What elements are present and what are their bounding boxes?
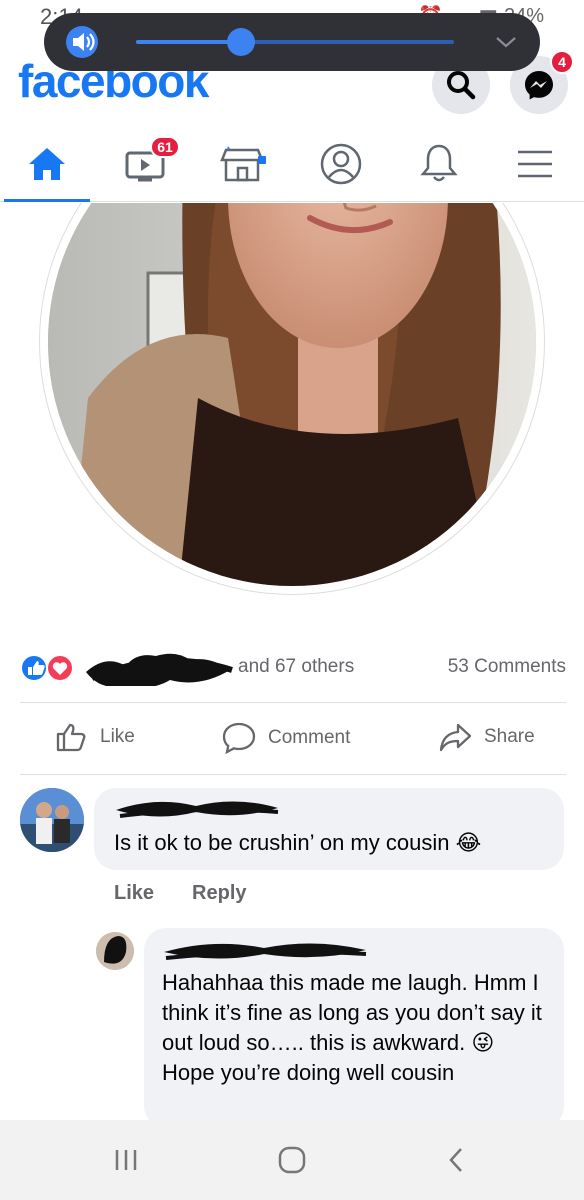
tab-watch[interactable]: 61 (98, 126, 192, 202)
watch-badge: 61 (150, 136, 180, 158)
comment-label: Comment (268, 727, 351, 748)
tab-bar: 61 (0, 126, 584, 202)
back-button[interactable] (436, 1142, 476, 1178)
volume-slider[interactable] (136, 28, 454, 56)
reply-text: Hahahhaa this made me laugh. Hmm I think… (162, 970, 542, 1085)
avatar-image (96, 932, 134, 970)
volume-icon[interactable] (66, 26, 104, 58)
reactions-count-text[interactable]: and 67 others (238, 656, 354, 678)
comment-icon (222, 722, 256, 754)
share-button[interactable]: Share (438, 722, 535, 752)
portrait-illustration (48, 203, 536, 586)
volume-thumb[interactable] (226, 28, 255, 56)
profile-photo[interactable] (40, 203, 544, 594)
profile-icon (320, 143, 362, 185)
tab-profile[interactable] (294, 126, 388, 202)
post-actions: Like Comment Share (0, 708, 584, 772)
home-icon (29, 148, 65, 180)
divider-bottom (20, 774, 566, 775)
system-nav-bar (0, 1120, 584, 1200)
tab-notifications[interactable] (392, 126, 486, 202)
share-label: Share (484, 726, 535, 747)
profile-photo-area (0, 203, 584, 603)
reaction-icons (20, 654, 74, 682)
thumbs-up-icon (56, 723, 86, 752)
tab-marketplace[interactable] (196, 126, 290, 202)
redacted-name (86, 653, 233, 686)
share-icon (439, 723, 472, 752)
redacted-replier-name (164, 943, 367, 960)
comment-button[interactable]: Comment (222, 722, 350, 754)
redacted-commenter-name (116, 801, 279, 818)
home-nav-button[interactable] (272, 1142, 312, 1178)
volume-overlay (44, 13, 540, 71)
volume-fill (136, 40, 241, 44)
home-nav-icon (278, 1146, 306, 1174)
messenger-badge: 4 (550, 50, 574, 74)
marketplace-icon (220, 146, 266, 182)
comment-reply-button[interactable]: Reply (192, 882, 246, 905)
comments-count[interactable]: 53 Comments (448, 656, 566, 678)
divider-top (20, 702, 566, 703)
profile-photo-image (48, 203, 536, 586)
like-label: Like (100, 726, 135, 747)
comment-text: Is it ok to be crushin’ on my cousin 😂 (114, 828, 481, 858)
comment-bubble[interactable]: Is it ok to be crushin’ on my cousin 😂 (94, 788, 564, 870)
back-icon (449, 1148, 462, 1172)
tab-home[interactable] (0, 126, 94, 202)
bell-icon (420, 144, 458, 182)
like-button[interactable]: Like (56, 722, 135, 752)
avatar-image (20, 788, 84, 852)
commenter-avatar[interactable] (20, 788, 84, 852)
recent-apps-button[interactable] (106, 1142, 146, 1178)
tab-menu[interactable] (488, 126, 582, 202)
reply-bubble[interactable]: Hahahhaa this made me laugh. Hmm I think… (144, 928, 564, 1128)
search-icon (447, 71, 476, 100)
comment-body: Is it ok to be crushin’ on my cousin (114, 830, 450, 855)
comment-like-button[interactable]: Like (114, 882, 154, 905)
laughing-emoji-icon: 😂 (455, 830, 482, 855)
replier-avatar[interactable] (96, 932, 134, 970)
messenger-icon (525, 71, 553, 100)
recent-apps-icon (115, 1150, 137, 1170)
comment-actions: Like Reply (114, 882, 247, 905)
chevron-down-icon[interactable] (494, 31, 518, 53)
reactions-row[interactable]: and 67 others 53 Comments (20, 650, 566, 686)
menu-icon (518, 150, 552, 178)
